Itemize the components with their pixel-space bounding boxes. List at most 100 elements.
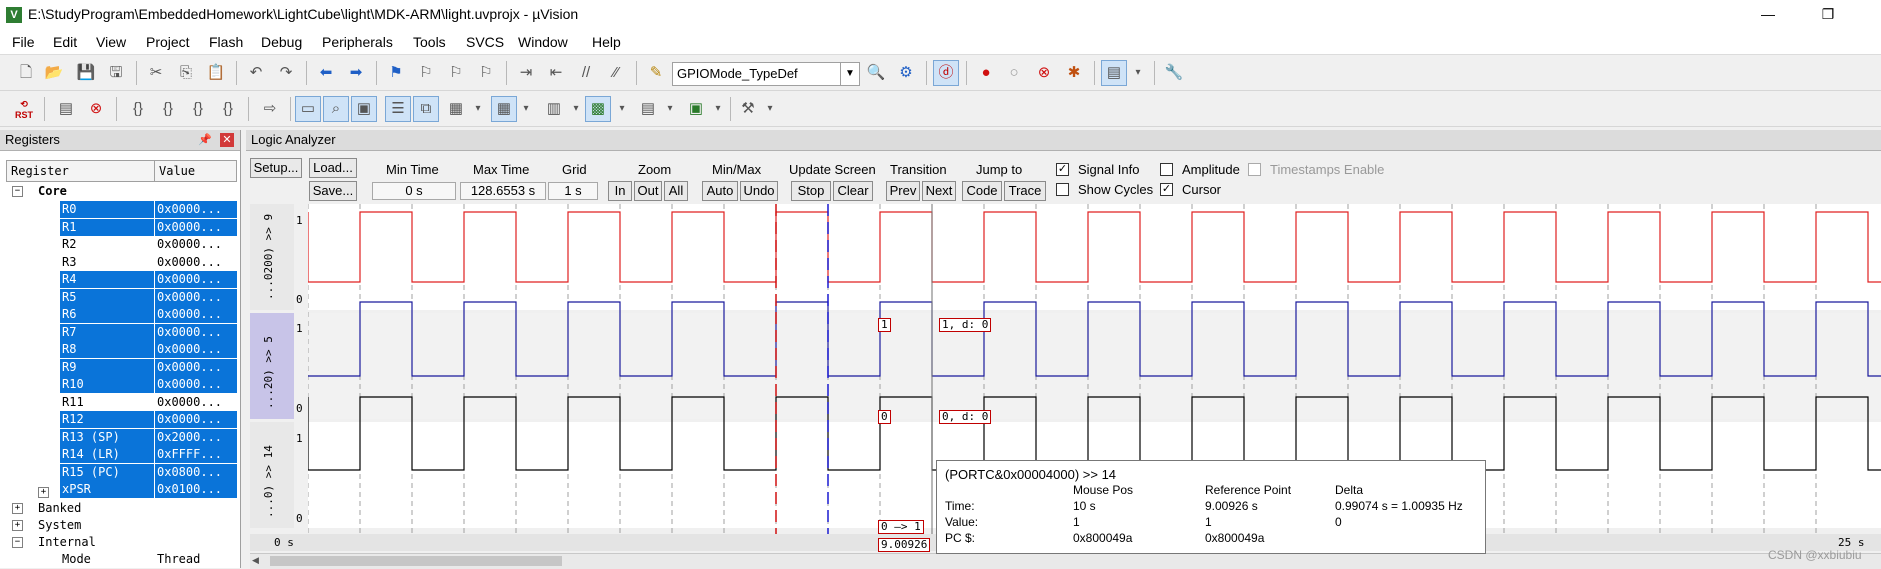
- serial-window-icon[interactable]: ▥: [542, 97, 566, 121]
- memory-window-icon[interactable]: ▦: [491, 96, 517, 122]
- expand-system-icon[interactable]: +: [12, 520, 23, 531]
- cursor-checkbox[interactable]: ✓: [1160, 183, 1173, 196]
- internal-group[interactable]: Internal: [38, 535, 96, 549]
- copy-icon[interactable]: ⎘: [174, 61, 198, 85]
- register-value[interactable]: 0x0000...: [155, 394, 237, 411]
- restore-button[interactable]: ❐: [1806, 2, 1850, 26]
- chevron-down-icon[interactable]: ▼: [840, 63, 859, 85]
- stop-button[interactable]: Stop: [791, 181, 831, 201]
- bookmark-icon[interactable]: ⚑: [384, 61, 408, 85]
- menu-tools[interactable]: Tools: [413, 34, 446, 50]
- run-to-cursor-icon[interactable]: {}: [216, 97, 240, 121]
- register-row[interactable]: R15 (PC) 0x0800...: [0, 463, 240, 481]
- register-row[interactable]: R8 0x0000...: [0, 341, 240, 358]
- scrollbar-thumb[interactable]: [270, 556, 562, 566]
- serial-dropdown-icon[interactable]: ▾: [564, 97, 588, 121]
- register-row[interactable]: R1 0x0000...: [0, 218, 240, 236]
- window-layout-icon[interactable]: ▤: [1101, 60, 1127, 86]
- next-button[interactable]: Next: [922, 181, 956, 201]
- toolbox-icon[interactable]: ⚒: [736, 97, 760, 121]
- register-value[interactable]: 0x0000...: [155, 358, 237, 376]
- expand-banked-icon[interactable]: +: [12, 503, 23, 514]
- menu-view[interactable]: View: [96, 34, 126, 50]
- register-row[interactable]: xPSR 0x0100...: [0, 481, 240, 498]
- register-value[interactable]: 0x2000...: [155, 428, 237, 446]
- zoom-all-button[interactable]: All: [664, 181, 688, 201]
- step-into-icon[interactable]: {}: [126, 97, 150, 121]
- register-row[interactable]: R13 (SP) 0x2000...: [0, 428, 240, 446]
- command-window-icon[interactable]: ▭: [295, 96, 321, 122]
- disable-breakpoints-icon[interactable]: ⊗: [1032, 61, 1056, 85]
- find-in-files-icon[interactable]: ✎: [644, 61, 668, 85]
- call-stack-window-icon[interactable]: ⧉: [413, 96, 439, 122]
- incremental-find-icon[interactable]: ⚙: [894, 61, 918, 85]
- horizontal-scrollbar[interactable]: ◀: [250, 553, 1881, 569]
- disassembly-window-icon[interactable]: ⌕: [323, 96, 349, 122]
- minmax-undo-button[interactable]: Undo: [740, 181, 778, 201]
- registers-window-icon[interactable]: ☰: [385, 96, 411, 122]
- signal-info-checkbox[interactable]: ✓: [1056, 163, 1069, 176]
- prev-button[interactable]: Prev: [886, 181, 920, 201]
- menu-flash[interactable]: Flash: [209, 34, 243, 50]
- reset-icon[interactable]: ⟲ RST: [12, 97, 36, 123]
- open-file-icon[interactable]: 📂: [42, 61, 66, 85]
- collapse-internal-icon[interactable]: −: [12, 537, 23, 548]
- register-row[interactable]: R6 0x0000...: [0, 306, 240, 323]
- kill-breakpoints-icon[interactable]: ✱: [1062, 61, 1086, 85]
- close-icon[interactable]: ✕: [220, 133, 234, 147]
- register-row[interactable]: R11 0x0000...: [0, 394, 240, 411]
- uncomment-icon[interactable]: ⁄⁄: [604, 61, 628, 85]
- register-row[interactable]: R7 0x0000...: [0, 323, 240, 341]
- find-combo[interactable]: GPIOMode_TypeDef ▼: [672, 62, 860, 86]
- register-value[interactable]: 0x0000...: [155, 236, 237, 253]
- cut-icon[interactable]: ✂: [144, 61, 168, 85]
- symbols-window-icon[interactable]: ▣: [351, 96, 377, 122]
- debug-session-icon[interactable]: ⓓ: [933, 60, 959, 86]
- trace-window-icon[interactable]: ▤: [636, 97, 660, 121]
- save-all-icon[interactable]: 🖫: [104, 61, 128, 85]
- configure-icon[interactable]: 🔧: [1162, 61, 1186, 85]
- enable-breakpoint-icon[interactable]: ○: [1002, 61, 1026, 85]
- analysis-dropdown-icon[interactable]: ▾: [610, 97, 634, 121]
- nav-forward-icon[interactable]: ➡: [344, 61, 368, 85]
- setup-button[interactable]: Setup...: [250, 158, 302, 178]
- insert-breakpoint-icon[interactable]: ●: [974, 61, 998, 85]
- run-icon[interactable]: ▤: [54, 97, 78, 121]
- find-icon[interactable]: 🔍: [864, 61, 888, 85]
- register-value[interactable]: 0x0800...: [155, 463, 237, 481]
- collapse-core-icon[interactable]: −: [12, 186, 23, 197]
- minimize-button[interactable]: —: [1746, 2, 1790, 26]
- register-row[interactable]: R9 0x0000...: [0, 358, 240, 376]
- signal-label-3[interactable]: ...0) >> 14: [250, 422, 294, 528]
- show-next-statement-icon[interactable]: ⇨: [258, 97, 282, 121]
- nav-back-icon[interactable]: ⬅: [314, 61, 338, 85]
- scroll-left-icon[interactable]: ◀: [252, 555, 259, 566]
- clear-bookmarks-icon[interactable]: ⚐: [474, 61, 498, 85]
- menu-file[interactable]: File: [12, 34, 35, 50]
- register-value[interactable]: 0xFFFF...: [155, 446, 237, 463]
- redo-icon[interactable]: ↷: [274, 61, 298, 85]
- register-row[interactable]: R4 0x0000...: [0, 271, 240, 288]
- register-value[interactable]: 0x0000...: [155, 201, 237, 218]
- register-row[interactable]: R10 0x0000...: [0, 376, 240, 393]
- menu-debug[interactable]: Debug: [261, 34, 302, 50]
- undo-icon[interactable]: ↶: [244, 61, 268, 85]
- watch-window-icon[interactable]: ▦: [444, 97, 468, 121]
- load-button[interactable]: Load...: [309, 158, 357, 178]
- system-group[interactable]: System: [38, 518, 81, 532]
- register-row[interactable]: R0 0x0000...: [0, 201, 240, 218]
- new-file-icon[interactable]: 🗋: [14, 61, 38, 85]
- save-button[interactable]: Save...: [309, 181, 357, 201]
- code-button[interactable]: Code: [962, 181, 1002, 201]
- menu-edit[interactable]: Edit: [53, 34, 77, 50]
- register-row[interactable]: R2 0x0000...: [0, 236, 240, 253]
- register-value[interactable]: 0x0000...: [155, 271, 237, 288]
- register-value[interactable]: 0x0000...: [155, 341, 237, 358]
- register-row[interactable]: R14 (LR) 0xFFFF...: [0, 446, 240, 463]
- signal-label-2[interactable]: ...20) >> 5: [250, 313, 294, 419]
- system-viewer-dropdown-icon[interactable]: ▾: [706, 97, 730, 121]
- comment-icon[interactable]: //: [574, 61, 598, 85]
- menu-project[interactable]: Project: [146, 34, 190, 50]
- trace-button[interactable]: Trace: [1004, 181, 1046, 201]
- analysis-window-icon[interactable]: ▩: [585, 96, 611, 122]
